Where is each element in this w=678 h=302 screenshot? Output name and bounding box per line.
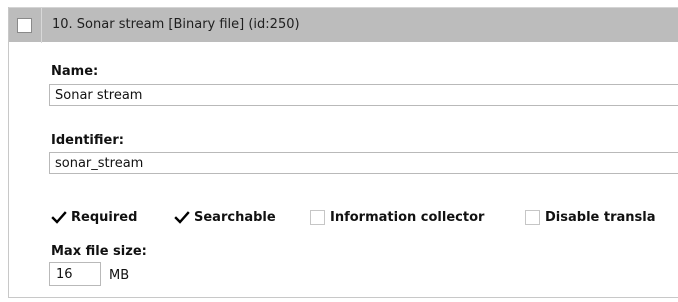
information-collector-option[interactable]: Information collector — [310, 208, 484, 226]
attribute-panel: 10. Sonar stream [Binary file] (id:250) … — [8, 7, 678, 298]
searchable-checkbox[interactable] — [174, 209, 190, 225]
disable-translation-label: Disable transla — [545, 209, 656, 225]
required-option[interactable]: Required — [51, 208, 137, 226]
header-divider — [41, 8, 42, 43]
identifier-field[interactable] — [49, 152, 678, 174]
required-label: Required — [71, 209, 138, 225]
searchable-option[interactable]: Searchable — [174, 208, 276, 226]
max-file-size-label: Max file size: — [51, 244, 147, 259]
file-size-unit: MB — [109, 268, 130, 283]
checkmark-icon — [51, 210, 67, 224]
identifier-label: Identifier: — [51, 133, 124, 148]
disable-translation-checkbox[interactable] — [525, 209, 540, 225]
select-attribute-checkbox[interactable] — [17, 18, 32, 33]
disable-translation-option[interactable]: Disable transla — [525, 208, 655, 226]
attribute-header: 10. Sonar stream [Binary file] (id:250) — [9, 7, 678, 43]
information-collector-checkbox[interactable] — [310, 209, 325, 225]
information-collector-label: Information collector — [330, 209, 485, 225]
name-label: Name: — [51, 64, 99, 79]
attribute-title: 10. Sonar stream [Binary file] (id:250) — [52, 17, 300, 32]
required-checkbox[interactable] — [51, 209, 67, 225]
max-file-size-field[interactable] — [49, 262, 101, 286]
checkmark-icon — [174, 210, 190, 224]
name-field[interactable] — [49, 84, 678, 106]
searchable-label: Searchable — [194, 209, 276, 225]
